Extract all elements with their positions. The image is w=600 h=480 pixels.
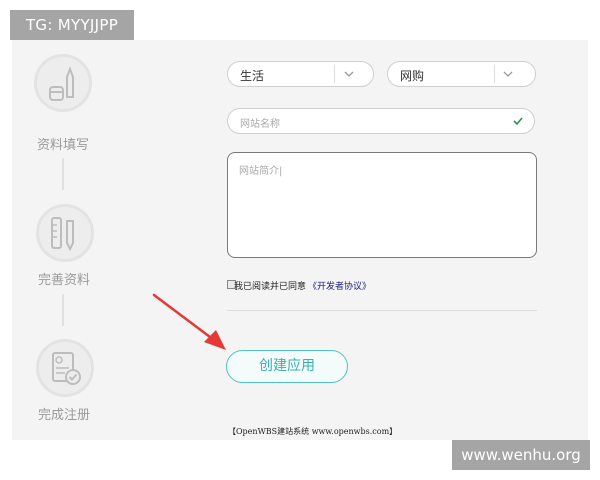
site-intro-placeholder: 网站简介| — [239, 166, 283, 177]
agreement-text: 我已阅读并已同意 — [234, 282, 307, 292]
document-check-icon — [52, 352, 81, 385]
form-divider — [227, 310, 537, 311]
create-app-button[interactable]: 创建应用 — [226, 350, 348, 383]
step-connector-2 — [62, 294, 64, 326]
red-arrow-icon — [152, 293, 226, 350]
step-2-circle — [36, 204, 94, 262]
step-3-circle — [36, 339, 94, 397]
chevron-down-icon[interactable] — [502, 68, 514, 80]
subcategory-select[interactable]: 网购 — [387, 61, 536, 87]
site-name-placeholder: 网站名称 — [240, 119, 280, 130]
step-connector-1 — [62, 158, 64, 190]
category-select[interactable]: 生活 — [227, 61, 374, 87]
chevron-down-icon[interactable] — [343, 68, 355, 80]
select-divider — [334, 65, 335, 83]
site-name-input[interactable]: 网站名称 — [227, 108, 535, 134]
footer-note: 【OpenWBS建站系统 www.openwbs.com】 — [228, 427, 398, 436]
select-divider — [494, 65, 495, 83]
subcategory-select-value: 网购 — [400, 69, 425, 83]
step-1-circle — [34, 54, 92, 112]
ruler-pen-icon — [51, 217, 74, 252]
step-1-label: 资料填写 — [36, 138, 89, 153]
watermark: www.wenhu.org — [452, 440, 590, 470]
step-3-label: 完成注册 — [37, 408, 90, 423]
step-2-label: 完善资料 — [37, 273, 90, 288]
check-icon — [513, 117, 523, 126]
developer-agreement-link[interactable]: 《开发者协议》 — [308, 279, 371, 292]
pen-icon — [49, 66, 74, 101]
category-select-value: 生活 — [240, 69, 265, 83]
tg-badge: TG: MYYJJPP — [10, 10, 134, 40]
site-intro-textarea[interactable]: 网站简介| — [227, 152, 537, 258]
